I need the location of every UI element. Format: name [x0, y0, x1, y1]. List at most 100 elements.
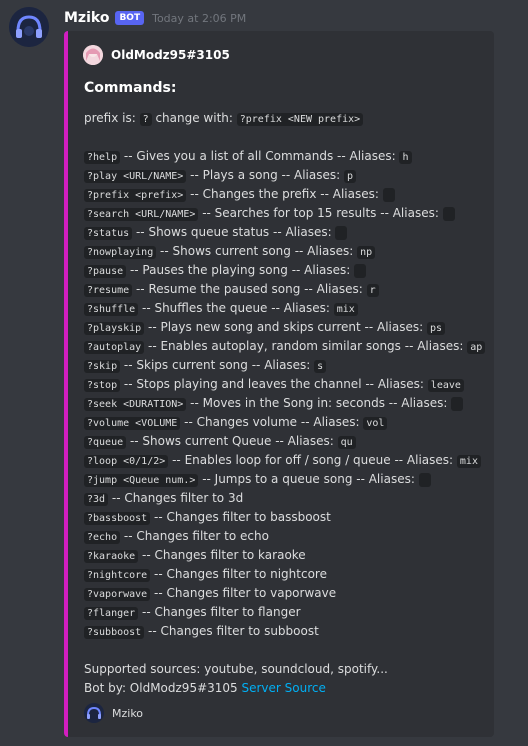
command-line: ?play <URL/NAME> -- Plays a song -- Alia… — [84, 166, 494, 185]
command-code: ?volume <VOLUME — [84, 417, 181, 430]
command-code: ?help — [84, 151, 121, 164]
command-code: ?nightcore — [84, 569, 151, 582]
command-line: ?stop -- Stops playing and leaves the ch… — [84, 375, 494, 394]
command-description: -- Changes the prefix -- Aliases: — [186, 187, 383, 201]
command-description: -- Plays new song and skips current -- A… — [144, 320, 427, 334]
command-description: -- Changes volume -- Aliases: — [180, 415, 364, 429]
embed: OldModz95#3105 Commands: prefix is: ? ch… — [64, 31, 494, 737]
command-line: ?prefix <prefix> -- Changes the prefix -… — [84, 185, 494, 204]
prefix-change-code: ?prefix <NEW prefix> — [236, 113, 364, 126]
command-alias — [418, 472, 431, 487]
timestamp[interactable]: Today at 2:06 PM — [152, 12, 246, 25]
command-code: ?seek <DURATION> — [84, 398, 187, 411]
command-code: ?resume — [84, 284, 133, 297]
command-line: ?echo -- Changes filter to echo — [84, 527, 494, 546]
command-line: ?volume <VOLUME -- Changes volume -- Ali… — [84, 413, 494, 432]
command-line: ?vaporwave -- Changes filter to vaporwav… — [84, 584, 494, 603]
command-alias: mix — [333, 303, 358, 316]
command-line: ?pause -- Pauses the playing song -- Ali… — [84, 261, 494, 280]
command-code: ?play <URL/NAME> — [84, 170, 187, 183]
message-header: Mziko BOT Today at 2:06 PM — [64, 8, 246, 28]
command-alias: np — [357, 246, 376, 259]
command-alias — [451, 396, 464, 411]
command-description: -- Pauses the playing song -- Aliases: — [126, 263, 355, 277]
command-line: ?skip -- Skips current song -- Aliases: … — [84, 356, 494, 375]
bot-avatar-icon[interactable] — [9, 7, 49, 47]
command-description: -- Gives you a list of all Commands -- A… — [120, 149, 400, 163]
command-description: -- Enables loop for off / song / queue -… — [168, 453, 457, 467]
command-code: ?karaoke — [84, 550, 139, 563]
command-line: ?loop <0/1/2> -- Enables loop for off / … — [84, 451, 494, 470]
command-alias: qu — [337, 436, 356, 449]
command-code: ?status — [84, 227, 133, 240]
prefix-text: prefix is: — [84, 111, 140, 125]
command-line: ?nowplaying -- Shows current song -- Ali… — [84, 242, 494, 261]
bot-by-line: Bot by: OldModz95#3105 Server Source — [84, 679, 494, 698]
command-code: ?stop — [84, 379, 121, 392]
command-alias: ps — [426, 322, 446, 335]
command-code: ?queue — [84, 436, 127, 449]
command-line: ?autoplay -- Enables autoplay, random si… — [84, 337, 494, 356]
command-code: ?flanger — [84, 607, 139, 620]
command-line: ?karaoke -- Changes filter to karaoke — [84, 546, 494, 565]
command-code: ?jump <Queue num.> — [84, 474, 199, 487]
command-description: -- Changes filter to subboost — [144, 624, 319, 638]
command-description: -- Shows current Queue -- Aliases: — [126, 434, 338, 448]
command-line: ?queue -- Shows current Queue -- Aliases… — [84, 432, 494, 451]
command-code: ?autoplay — [84, 341, 145, 354]
command-line: ?help -- Gives you a list of all Command… — [84, 147, 494, 166]
sources-line: Supported sources: youtube, soundcloud, … — [84, 662, 388, 676]
footer-text: Mziko — [112, 706, 144, 720]
prefix-line: prefix is: ? change with: ?prefix <NEW p… — [84, 109, 494, 128]
command-alias: leave — [427, 379, 464, 392]
command-description: -- Plays a song -- Aliases: — [186, 168, 344, 182]
author-avatar-icon — [83, 45, 103, 65]
command-line: ?bassboost -- Changes filter to bassboos… — [84, 508, 494, 527]
author-name[interactable]: OldModz95#3105 — [111, 48, 230, 62]
command-line: ?resume -- Resume the paused song -- Ali… — [84, 280, 494, 299]
command-alias: h — [399, 151, 412, 164]
prefix-code: ? — [139, 113, 152, 126]
command-alias: s — [314, 360, 327, 373]
command-description: -- Changes filter to flanger — [138, 605, 301, 619]
command-code: ?3d — [84, 493, 109, 506]
command-description: -- Shows current song -- Aliases: — [156, 244, 358, 258]
embed-footer: Mziko — [84, 703, 143, 723]
command-line: ?search <URL/NAME> -- Searches for top 1… — [84, 204, 494, 223]
command-line: ?nightcore -- Changes filter to nightcor… — [84, 565, 494, 584]
command-code: ?nowplaying — [84, 246, 157, 259]
command-description: -- Moves in the Song in: seconds -- Alia… — [186, 396, 452, 410]
command-code: ?search <URL/NAME> — [84, 208, 199, 221]
command-alias: r — [366, 284, 379, 297]
command-code: ?subboost — [84, 626, 145, 639]
bot-by-text: Bot by: OldModz95#3105 — [84, 681, 242, 695]
command-alias — [335, 225, 348, 240]
bot-tag: BOT — [115, 11, 145, 25]
embed-description: prefix is: ? change with: ?prefix <NEW p… — [84, 109, 494, 698]
command-alias: vol — [363, 417, 388, 430]
commands-list: ?help -- Gives you a list of all Command… — [84, 147, 494, 641]
command-code: ?skip — [84, 360, 121, 373]
command-code: ?bassboost — [84, 512, 151, 525]
command-code: ?vaporwave — [84, 588, 151, 601]
command-code: ?pause — [84, 265, 127, 278]
command-line: ?flanger -- Changes filter to flanger — [84, 603, 494, 622]
command-description: -- Changes filter to karaoke — [138, 548, 306, 562]
command-description: -- Shows queue status -- Aliases: — [132, 225, 336, 239]
command-alias — [382, 187, 395, 202]
command-line: ?jump <Queue num.> -- Jumps to a queue s… — [84, 470, 494, 489]
command-code: ?loop <0/1/2> — [84, 455, 169, 468]
command-line: ?shuffle -- Shuffles the queue -- Aliase… — [84, 299, 494, 318]
command-description: -- Shuffles the queue -- Aliases: — [138, 301, 334, 315]
command-description: -- Changes filter to nightcore — [150, 567, 327, 581]
command-description: -- Changes filter to 3d — [108, 491, 244, 505]
command-line: ?seek <DURATION> -- Moves in the Song in… — [84, 394, 494, 413]
command-description: -- Changes filter to echo — [120, 529, 269, 543]
username[interactable]: Mziko — [64, 10, 109, 26]
server-source-link[interactable]: Server Source — [241, 681, 325, 695]
command-code: ?playskip — [84, 322, 145, 335]
footer-avatar-icon — [84, 703, 104, 723]
prefix-change-text: change with: — [151, 111, 237, 125]
command-alias — [442, 206, 455, 221]
